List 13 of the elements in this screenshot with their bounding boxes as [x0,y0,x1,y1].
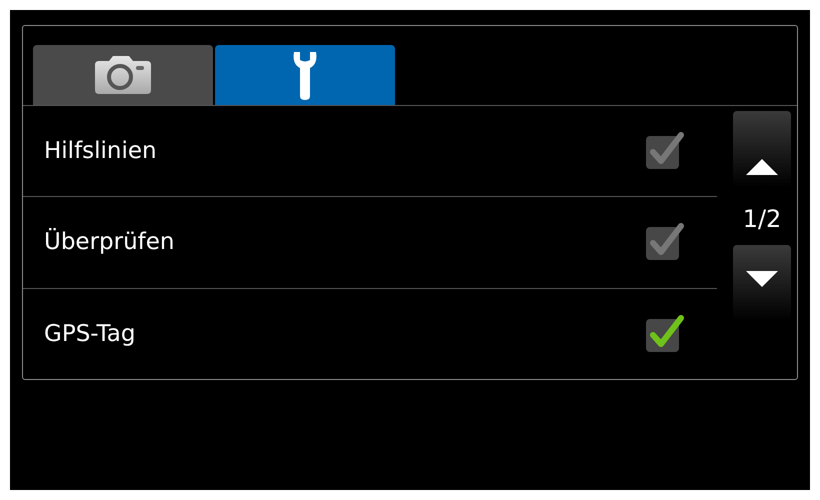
setting-label: Hilfslinien [44,138,157,164]
checkbox[interactable] [645,314,685,353]
camera-icon [95,56,151,94]
checkbox[interactable] [645,132,685,170]
wrench-icon [292,50,318,100]
up-arrow-icon [746,159,778,175]
checkbox[interactable] [645,223,685,262]
page-indicator: 1/2 [742,205,782,233]
tab[interactable] [215,45,395,105]
tab[interactable] [33,45,213,105]
setting-label: GPS-Tag [44,320,136,347]
down-arrow-icon [746,271,778,287]
setting-label: Überprüfen [44,229,174,256]
